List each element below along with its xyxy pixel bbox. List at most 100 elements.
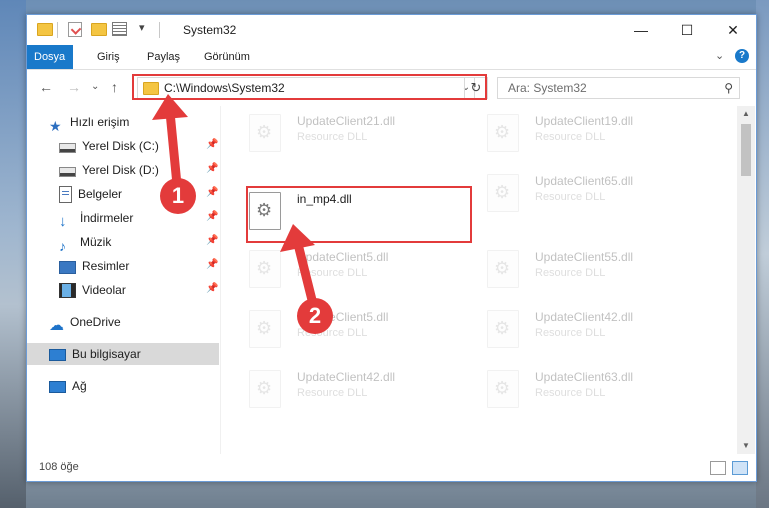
tab-file[interactable]: Dosya [27,45,73,69]
file-type: Resource DLL [535,191,606,203]
tab-share[interactable]: Paylaş [135,45,192,69]
sidebar-item-label: Resimler [82,259,130,273]
sidebar-item-local-disk-c[interactable]: Yerel Disk (C:) [59,135,219,157]
address-highlight-box [132,74,487,100]
file-item[interactable]: UpdateClient21.dll Resource DLL [249,112,469,156]
star-icon: ★ [49,117,62,134]
pictures-icon [59,260,76,274]
pin-icon[interactable]: 📌 [206,163,218,174]
close-button[interactable]: ✕ [710,15,756,45]
scrollbar-thumb[interactable] [741,124,751,176]
file-name: UpdateClient21.dll [297,114,396,128]
file-item[interactable]: UpdateClient5.dll Resource DLL [249,308,469,352]
file-name: UpdateClient55.dll [535,250,634,264]
view-options-icon[interactable] [112,22,127,36]
tab-home[interactable]: Giriş [85,45,132,69]
pin-icon[interactable]: 📌 [206,283,218,294]
sidebar-item-label: Ağ [72,379,87,393]
file-type: Resource DLL [535,267,606,279]
videos-icon [59,282,76,298]
sidebar-item-quick-access[interactable]: ★ Hızlı erişim [49,111,219,134]
sidebar-item-this-pc[interactable]: Bu bilgisayar [27,343,219,365]
properties-icon[interactable] [68,22,82,37]
pin-icon[interactable]: 📌 [206,139,218,150]
sidebar-item-label: Bu bilgisayar [72,347,141,361]
maximize-button[interactable]: ☐ [664,15,710,45]
help-icon[interactable]: ? [735,49,749,63]
file-name: UpdateClient42.dll [535,310,634,324]
item-count: 108 öğe [39,461,79,473]
tab-view[interactable]: Görünüm [192,45,262,69]
sidebar-item-label: İndirmeler [80,211,134,225]
scroll-down-arrow-icon[interactable]: ▼ [737,438,755,454]
sidebar-item-label: Belgeler [78,187,123,201]
dll-file-icon [487,114,519,152]
sidebar-item-label: Videolar [82,283,126,297]
customize-toolbar-chevron-icon[interactable]: ▾ [139,21,145,34]
details-view-icon[interactable] [710,461,726,475]
pin-icon[interactable]: 📌 [206,187,218,198]
file-item[interactable]: UpdateClient19.dll Resource DLL [487,112,727,156]
navigation-pane: ★ Hızlı erişim Yerel Disk (C:) 📌 Yerel D… [27,106,220,454]
desktop-wallpaper-right [756,0,769,508]
drive-icon [59,167,76,177]
toolbar-separator [159,22,160,38]
back-button[interactable]: ← [39,79,53,95]
dll-file-icon [487,250,519,288]
minimize-button[interactable]: — [618,15,664,45]
file-item[interactable]: UpdateClient42.dll Resource DLL [249,368,469,412]
downloads-icon: ↓ [59,212,67,230]
search-placeholder[interactable]: Ara: System32 [508,81,587,95]
file-type: Resource DLL [297,267,368,279]
sidebar-item-label: Müzik [80,235,112,249]
step-1-badge: 1 [160,178,196,214]
file-type: Resource DLL [297,387,368,399]
new-folder-icon[interactable] [91,23,107,36]
file-type: Resource DLL [535,327,606,339]
sidebar-item-network[interactable]: Ağ [49,375,219,397]
scroll-up-arrow-icon[interactable]: ▲ [737,106,755,122]
expand-ribbon-chevron-icon[interactable]: ⌄ [715,49,724,62]
pin-icon[interactable]: 📌 [206,259,218,270]
file-name: UpdateClient65.dll [535,174,634,188]
dll-file-icon [249,310,281,348]
sidebar-item-local-disk-d[interactable]: Yerel Disk (D:) [59,159,219,181]
cloud-icon: ☁ [49,316,64,334]
navigation-bar: ← → ⌄ ↑ C:\Windows\System32 ⌄ ↻ Ara: Sys… [27,71,756,104]
dll-file-icon [249,114,281,152]
file-item[interactable]: UpdateClient55.dll Resource DLL [487,248,727,292]
sidebar-item-label: Hızlı erişim [70,115,130,129]
pin-icon[interactable]: 📌 [206,211,218,222]
file-list: UpdateClient21.dll Resource DLL UpdateCl… [221,106,736,454]
up-button[interactable]: ↑ [111,79,118,95]
sidebar-item-pictures[interactable]: Resimler [59,255,219,277]
file-item[interactable]: UpdateClient65.dll Resource DLL [487,172,727,216]
file-name: UpdateClient5.dll [297,250,389,264]
network-icon [49,380,66,393]
pin-icon[interactable]: 📌 [206,235,218,246]
file-item[interactable]: UpdateClient5.dll Resource DLL [249,248,469,292]
recent-locations-chevron-icon[interactable]: ⌄ [91,81,99,92]
sidebar-item-label: Yerel Disk (D:) [82,163,159,177]
desktop-wallpaper-left [0,0,26,508]
sidebar-item-onedrive[interactable]: ☁ OneDrive [49,311,219,334]
search-box[interactable]: Ara: System32 ⚲ [497,77,740,99]
dll-file-icon [249,250,281,288]
sidebar-item-music[interactable]: ♪ Müzik [59,231,219,254]
window-title: System32 [183,23,237,37]
sidebar-item-videos[interactable]: Videolar [59,279,219,301]
title-bar: ▾ System32 — ☐ ✕ [27,15,756,45]
vertical-scrollbar[interactable]: ▲ ▼ [737,106,755,454]
dll-file-icon [249,370,281,408]
file-name: UpdateClient42.dll [297,370,396,384]
file-type: Resource DLL [297,131,368,143]
status-bar: 108 öğe [27,455,756,481]
file-item[interactable]: UpdateClient42.dll Resource DLL [487,308,727,352]
toolbar-separator [57,22,58,38]
sidebar-item-downloads[interactable]: ↓ İndirmeler [59,207,219,230]
large-icons-view-icon[interactable] [732,461,748,475]
file-item[interactable]: UpdateClient63.dll Resource DLL [487,368,727,412]
forward-button[interactable]: → [67,79,81,95]
documents-icon [59,185,72,203]
search-icon[interactable]: ⚲ [724,81,733,95]
